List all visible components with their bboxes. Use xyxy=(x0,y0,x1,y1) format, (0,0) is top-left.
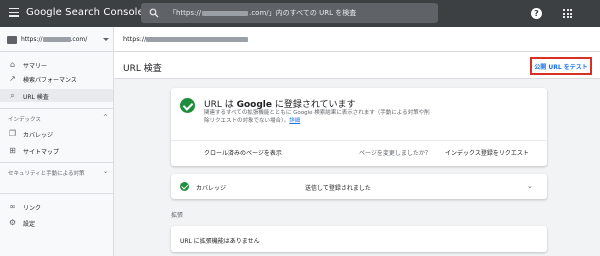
status-description-text: 関連するすべての拡張機能とともに Google 検索結果に表示されます（手動によ… xyxy=(204,110,430,124)
index-status-card: URL は Google に登録されています 関連するすべての拡張機能とともに … xyxy=(171,88,547,166)
divider xyxy=(0,108,113,109)
url-inspect-search-input[interactable]: 「https:// .com/」内のすべての URL を検査 xyxy=(141,3,438,23)
search-icon: ⌕ xyxy=(10,91,15,100)
sidebar-item-links[interactable]: ∞ リンク xyxy=(0,200,113,213)
sitemap-icon: ⊞ xyxy=(9,146,16,155)
sidebar: https:// .com/ ⌂ サマリー ↗ 検索パフォーマンス ⌕ URL 検… xyxy=(0,27,114,256)
sidebar-item-summary[interactable]: ⌂ サマリー xyxy=(0,58,113,71)
property-selector[interactable]: https:// .com/ xyxy=(0,27,114,52)
test-live-url-button[interactable]: 公開 URL をテスト xyxy=(530,57,592,75)
index-status-description: 関連するすべての拡張機能とともに Google 検索結果に表示されます（手動によ… xyxy=(204,110,434,125)
inspected-url-prefix: https:// xyxy=(123,35,147,43)
trending-up-icon: ↗ xyxy=(9,74,16,83)
divider xyxy=(0,193,113,194)
chevron-down-icon xyxy=(103,38,109,41)
chevron-down-icon[interactable]: ⌄ xyxy=(527,182,533,190)
test-live-url-label: 公開 URL をテスト xyxy=(534,63,588,71)
sidebar-item-coverage[interactable]: ❐ カバレッジ xyxy=(0,127,113,140)
redacted-url xyxy=(146,36,249,42)
details-link[interactable]: 詳細 xyxy=(289,118,300,124)
coverage-label: カバレッジ xyxy=(196,185,227,192)
view-crawled-page-button[interactable]: クロール済みのページを表示 xyxy=(204,148,282,157)
status-title-bold: Google xyxy=(236,100,272,110)
sidebar-item-url-inspection[interactable]: ⌕ URL 検査 xyxy=(0,89,113,102)
request-indexing-button[interactable]: インデックス登録をリクエスト xyxy=(445,148,529,157)
status-title-post: に登録されています xyxy=(271,100,356,110)
section-label-index[interactable]: インデックス xyxy=(8,115,41,123)
sidebar-item-label: サイトマップ xyxy=(23,149,60,156)
chevron-down-icon[interactable]: ⌄ xyxy=(103,168,108,175)
sidebar-item-label: サマリー xyxy=(23,63,48,70)
extensions-card: URL に拡張機能はありません xyxy=(171,226,547,252)
redacted-domain xyxy=(42,37,71,42)
top-app-bar: Google Search Console 「https:// .com/」内のす… xyxy=(0,0,600,27)
property-favicon xyxy=(7,36,17,44)
search-placeholder: 「https:// .com/」内のすべての URL を検査 xyxy=(169,8,356,18)
index-status-title: URL は Google に登録されています xyxy=(204,97,356,110)
sidebar-item-settings[interactable]: ⚙ 設定 xyxy=(0,216,113,229)
check-circle-icon xyxy=(180,182,189,191)
sidebar-item-sitemaps[interactable]: ⊞ サイトマップ xyxy=(0,144,113,157)
logo-google: Google xyxy=(26,7,62,18)
sidebar-item-label: リンク xyxy=(23,205,42,212)
home-icon: ⌂ xyxy=(9,60,16,69)
coverage-row[interactable]: カバレッジ 送信して登録されました ⌄ xyxy=(171,174,547,199)
page-title: URL 検査 xyxy=(123,64,162,74)
page-header: URL 検査 公開 URL をテスト xyxy=(114,52,600,79)
inspected-url: https:// xyxy=(123,35,249,43)
check-circle-icon xyxy=(180,98,195,113)
page-changed-question: ページを変更しましたか？ xyxy=(359,150,431,157)
menu-icon[interactable] xyxy=(9,8,19,17)
redacted-domain xyxy=(202,10,249,16)
divider xyxy=(171,140,547,141)
inspected-url-bar: https:// xyxy=(114,27,600,52)
help-icon[interactable]: ? xyxy=(531,8,542,19)
search-console-logo[interactable]: Google Search Console xyxy=(26,7,144,18)
property-url-prefix: https:// xyxy=(21,36,43,43)
status-title-pre: URL は xyxy=(204,100,237,110)
sidebar-item-label: 設定 xyxy=(23,221,36,228)
sidebar-item-label: 検索パフォーマンス xyxy=(23,77,77,84)
divider xyxy=(0,162,113,163)
coverage-status: 送信して登録されました xyxy=(305,185,371,192)
gear-icon: ⚙ xyxy=(8,218,17,227)
sidebar-item-performance[interactable]: ↗ 検索パフォーマンス xyxy=(0,72,113,85)
chevron-up-icon[interactable]: ^ xyxy=(103,114,108,121)
section-label-security[interactable]: セキュリティと手動による対策 xyxy=(8,169,85,177)
search-placeholder-suffix: .com/」内のすべての URL を検査 xyxy=(249,9,357,17)
property-url-suffix: .com/ xyxy=(70,36,88,43)
sidebar-item-label: カバレッジ xyxy=(23,132,54,139)
file-copy-icon: ❐ xyxy=(8,129,17,138)
property-url: https:// .com/ xyxy=(21,36,87,43)
apps-icon[interactable] xyxy=(563,9,572,18)
search-placeholder-prefix: 「https:// xyxy=(169,9,202,17)
extensions-section-label: 拡張 xyxy=(171,212,184,219)
sidebar-item-label: URL 検査 xyxy=(23,94,49,101)
logo-product: Search Console xyxy=(65,7,144,18)
search-icon xyxy=(149,8,159,18)
link-icon: ∞ xyxy=(9,202,16,211)
no-extensions-text: URL に拡張機能はありません xyxy=(180,238,260,245)
